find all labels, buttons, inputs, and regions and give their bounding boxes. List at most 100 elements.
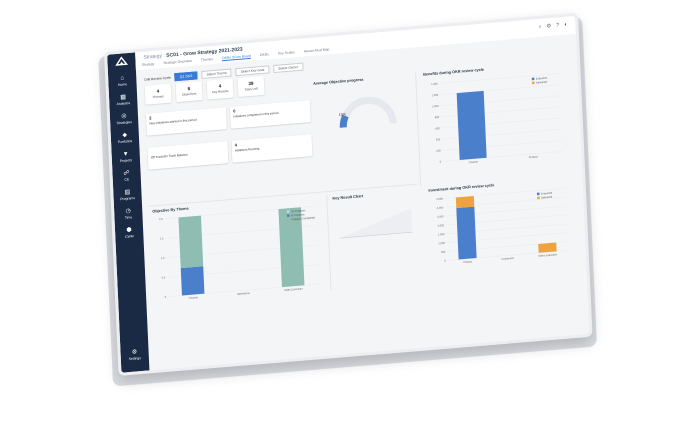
y-tick-label: 2.0	[159, 217, 163, 221]
initiative-text: Initiatives completed in this period	[233, 110, 279, 119]
sidebar-item-label: Analytics	[116, 101, 131, 107]
sidebar-item-label: Portfolios	[117, 139, 133, 145]
device-mockup-stage: ⌂ Home ▦ Analytics ◎ Strategies ◆ Portfolios ▼ Pr…	[0, 0, 700, 443]
avg-progress-gauge: 15%	[339, 96, 397, 128]
key-goal-select[interactable]: Select Key Goal	[235, 65, 270, 77]
benefits-chart: 1,400 1,200 1,000 800 600 400 200 0 Finance Produ…	[431, 73, 564, 164]
initiative-text: New Initiatives started in this period	[149, 117, 197, 126]
y-tick-label: 1,400	[431, 81, 438, 86]
y-tick-label: 0	[444, 258, 446, 262]
x-tick-label: Finance	[189, 295, 199, 300]
logo-icon	[115, 56, 129, 66]
sidebar-item-home[interactable]: ⌂ Home	[108, 74, 136, 87]
initiative-card[interactable]: Off Track/On Track Balance	[147, 141, 229, 170]
legend-swatch	[287, 218, 290, 221]
x-tick-label: Sales Execution	[284, 286, 303, 292]
kpi-label: Days Left	[244, 86, 258, 92]
y-tick-label: 3,000	[437, 205, 444, 210]
initiative-count: 0	[233, 108, 236, 114]
y-tick-label: 1,200	[432, 93, 439, 98]
bar-at-progress[interactable]	[180, 266, 205, 296]
legend-label: Delivered	[536, 80, 548, 85]
sidebar-item-ce[interactable]: ☍ CE	[112, 169, 140, 182]
sidebar-item-analytics[interactable]: ▦ Analytics	[109, 93, 137, 106]
tab-okrs-score-board[interactable]: OKRs Score Board	[221, 53, 252, 62]
bar-delivered[interactable]	[538, 242, 557, 253]
kpi-label: Key Results	[211, 88, 229, 95]
gauge-track	[339, 96, 397, 128]
y-tick-label: 1.5	[160, 236, 164, 240]
tab-hierarchical-map[interactable]: Hierarchical Map	[304, 47, 330, 53]
sidebar-item-projects[interactable]: ▼ Projects	[112, 150, 140, 163]
sidebar-item-label: Programs	[120, 195, 136, 202]
sidebar-item-label: Projects	[119, 158, 133, 164]
initiative-count: 2	[149, 115, 152, 121]
bar-delivered[interactable]	[455, 195, 475, 209]
sidebar-item-portfolios[interactable]: ◆ Portfolios	[111, 131, 139, 144]
owner-select[interactable]: Select Owner	[273, 62, 304, 74]
x-tick-label: Customers	[501, 256, 514, 261]
theme-select[interactable]: Select Theme	[201, 68, 232, 80]
breadcrumb-prefix: Strategy :	[143, 52, 165, 61]
key-result-area	[340, 208, 413, 239]
key-result-chart	[340, 208, 413, 239]
y-tick-label: 500	[441, 250, 446, 254]
main-content: Strategy : SC01 - Grow Strategy 2021-202…	[135, 15, 589, 371]
sidebar-item-label: Settings	[128, 356, 142, 362]
kpi-label: Objectives	[181, 91, 197, 97]
initiative-card[interactable]: 4 Initiatives Running	[231, 134, 313, 163]
bar-executive[interactable]	[456, 206, 477, 260]
legend-swatch	[286, 214, 290, 217]
sidebar-item-strategies[interactable]: ◎ Strategies	[110, 112, 138, 125]
gauge-value: 15%	[339, 112, 347, 117]
sidebar-item-settings[interactable]: ⚙ Settings	[120, 348, 148, 361]
review-cycle-select[interactable]: Q1 2021	[174, 71, 198, 82]
sidebar-item-programs[interactable]: ▤ Programs	[113, 188, 141, 201]
x-tick-label: Operations	[237, 291, 251, 296]
objective-by-theme-chart: 2.0 1.5 1.0 0.5 0 Finance Operations Sales Exec…	[159, 205, 319, 300]
tab-key-scales[interactable]: Key Scales	[278, 50, 295, 55]
y-tick-label: 1.0	[161, 256, 165, 260]
sidebar-item-cwm[interactable]: ⬢ CWM	[115, 226, 143, 239]
y-tick-label: 1,000	[432, 104, 439, 109]
legend-swatch	[536, 192, 540, 196]
benefits-title: Benefits during OKR review cycle	[423, 67, 485, 77]
legend-swatch	[531, 81, 535, 85]
sidebar-item-label: CE	[124, 177, 130, 182]
tab-themes[interactable]: Themes	[201, 57, 213, 62]
initiative-card[interactable]: 0 Initiatives completed in this period	[229, 100, 311, 129]
y-tick-label: 0	[165, 295, 167, 299]
tab-strategic-overview[interactable]: Strategic Overview	[163, 59, 192, 65]
initiative-text: Initiatives Running	[234, 146, 260, 153]
tilted-screen: ⌂ Home ▦ Analytics ◎ Strategies ◆ Portfolios ▼ Pr…	[98, 12, 598, 387]
y-tick-label: 200	[436, 148, 441, 152]
bar-progress-completed[interactable]	[178, 215, 204, 269]
initiative-count: 4	[234, 142, 238, 148]
tab-strategy[interactable]: Strategy	[142, 62, 155, 67]
device-frame: ⌂ Home ▦ Analytics ◎ Strategies ◆ Portfolios ▼ Pr…	[104, 12, 593, 377]
kpi-card[interactable]: 4 Key Results	[206, 78, 234, 100]
initiative-text: Off Track/On Track Balance	[150, 152, 188, 160]
avg-progress-title: Average Objective progress	[313, 77, 364, 86]
legend-swatch	[286, 210, 290, 213]
sidebar-item-label: CWM	[125, 234, 134, 239]
y-tick-label: 400	[436, 137, 441, 141]
sidebar-item-label: Home	[117, 82, 128, 87]
top-actions[interactable]: ⌕ ⚙ ? ◐	[539, 21, 570, 30]
sidebar-list: ⌂ Home ▦ Analytics ◎ Strategies ◆ Portfolios ▼ Pr…	[107, 52, 135, 239]
filter-label: Drill Review Cycle	[144, 75, 172, 82]
kpi-card[interactable]: 39 Days Left	[237, 75, 265, 98]
y-tick-label: 3,500	[436, 196, 443, 201]
sidebar-item-time[interactable]: ◷ Time	[114, 207, 142, 220]
bar-executive[interactable]	[456, 90, 487, 160]
y-tick-label: 1,500	[438, 232, 445, 237]
y-tick-label: 2,000	[437, 223, 444, 228]
kpi-card[interactable]: 6 Objectives	[175, 81, 203, 103]
y-tick-label: 600	[435, 126, 440, 130]
legend-swatch	[531, 77, 535, 81]
y-tick-label: 0	[440, 159, 442, 163]
tab-okrs[interactable]: OKRs	[260, 52, 269, 57]
kpi-card[interactable]: 4 Themes	[144, 83, 172, 105]
kpi-label: Themes	[152, 94, 164, 100]
initiative-card[interactable]: 2 New Initiatives started in this period	[145, 107, 227, 136]
